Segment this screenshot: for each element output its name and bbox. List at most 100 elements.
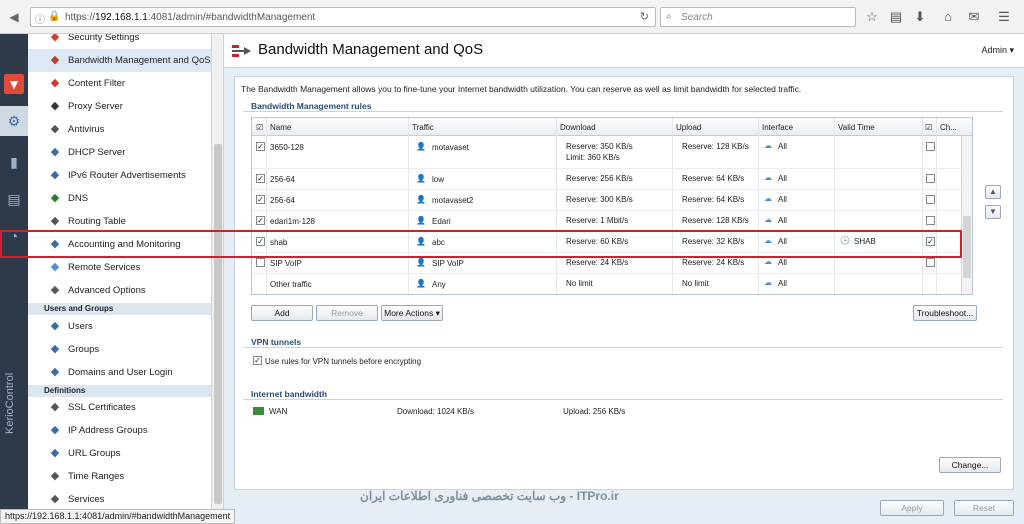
rule-name: Other traffic xyxy=(270,280,312,289)
wan-icon xyxy=(253,407,264,415)
interface-cloud-icon: ☁ xyxy=(764,257,772,266)
row-ch-checkbox[interactable] xyxy=(926,216,935,225)
move-up-button[interactable]: ▲ xyxy=(985,185,1001,199)
add-button[interactable]: Add xyxy=(251,305,313,321)
row-ch-checkbox[interactable] xyxy=(926,174,935,183)
content-panel: The Bandwidth Management allows you to f… xyxy=(234,76,1014,490)
row-ch-checkbox[interactable] xyxy=(926,258,935,267)
lock-warning-icon[interactable]: 🔒 xyxy=(48,11,60,22)
row-enable-checkbox[interactable]: ✓ xyxy=(256,216,265,225)
interface-cloud-icon: ☁ xyxy=(764,141,772,150)
sidebar-item-label: URL Groups xyxy=(68,448,121,459)
remove-button[interactable]: Remove xyxy=(316,305,378,321)
row-ch-checkbox[interactable] xyxy=(926,142,935,151)
sidebar: ◆ Security Settings ◆ Bandwidth Management … xyxy=(28,34,212,510)
url-bar[interactable]: ⓘ 🔒 https://192.168.1.1:4081/admin/#band… xyxy=(30,7,656,27)
row-enable-checkbox[interactable]: ✓ xyxy=(256,174,265,183)
traffic-user-icon: 👤 xyxy=(416,279,426,288)
star-icon[interactable]: ☆ xyxy=(864,9,880,25)
reload-icon[interactable]: ↻ xyxy=(640,10,649,23)
internet-section-title: Internet bandwidth xyxy=(251,389,328,399)
column-header[interactable]: Name xyxy=(270,123,291,132)
vpn-rules-checkbox[interactable]: ✓ xyxy=(253,356,262,365)
sidebar-item[interactable]: ◆ Proxy Server xyxy=(28,95,211,118)
change-button[interactable]: Change... xyxy=(939,457,1001,473)
sidebar-item[interactable]: ◆ Groups xyxy=(28,338,211,361)
group-icon: ◆ xyxy=(50,343,60,355)
column-header[interactable]: Ch... xyxy=(940,123,957,132)
sidebar-item[interactable]: ◆ Antivirus xyxy=(28,118,211,141)
sidebar-item[interactable]: ◆ Time Ranges xyxy=(28,465,211,488)
grid-scrollbar[interactable] xyxy=(961,136,972,294)
traffic-user-icon: 👤 xyxy=(416,174,426,183)
sidebar-item[interactable]: ◆ Bandwidth Management and QoS xyxy=(28,49,211,72)
reset-button[interactable]: Reset xyxy=(954,500,1014,516)
back-icon[interactable]: ◀ xyxy=(6,9,22,25)
download-icon[interactable]: ⬇ xyxy=(912,9,928,25)
stats-rail-icon[interactable]: ▮ xyxy=(4,152,24,172)
rule-interface: All xyxy=(778,279,787,288)
wan-name: WAN xyxy=(269,407,288,416)
sidebar-item[interactable]: ◆ Remote Services xyxy=(28,256,211,279)
more-actions-button[interactable]: More Actions ▾ xyxy=(381,305,443,321)
logs-rail-icon[interactable]: ▤ xyxy=(4,189,24,209)
services-icon: ◆ xyxy=(50,493,60,505)
sidebar-item[interactable]: ◆ DHCP Server xyxy=(28,141,211,164)
column-header[interactable]: Valid Time xyxy=(838,123,875,132)
sidebar-item[interactable]: ◆ Users xyxy=(28,315,211,338)
sidebar-scrollbar[interactable] xyxy=(212,34,224,510)
table-row[interactable]: ✓ 3650-128 👤 motavaset Reserve: 350 KB/s Limi… xyxy=(252,138,962,169)
row-ch-checkbox[interactable] xyxy=(926,195,935,204)
sidebar-item[interactable]: ◆ DNS xyxy=(28,187,211,210)
settings-rail-icon[interactable]: ⚙ xyxy=(0,106,28,136)
firewall-rail-icon[interactable]: ▼ xyxy=(4,74,24,94)
sidebar-item[interactable]: ◆ Content Filter xyxy=(28,72,211,95)
table-row[interactable]: ✓ edari1m-128 👤 Edari Reserve: 1 Mbit/s Reser… xyxy=(252,211,962,232)
table-row[interactable]: ✓ 256-64 👤 motavaset2 Reserve: 300 KB/s Reser… xyxy=(252,190,962,211)
table-row[interactable]: Other traffic 👤 Any No limit No limit ☁ All xyxy=(252,274,962,294)
url-text: https://192.168.1.1:4081/admin/#bandwidt… xyxy=(65,12,316,23)
rule-download: Reserve: 300 KB/s xyxy=(566,195,633,204)
rule-download: Reserve: 1 Mbit/s xyxy=(566,216,629,225)
troubleshoot-button[interactable]: Troubleshoot... xyxy=(913,305,977,321)
table-row[interactable]: ✓ 256-64 👤 low Reserve: 256 KB/s Reserve: 64 … xyxy=(252,169,962,190)
move-down-button[interactable]: ▼ xyxy=(985,205,1001,219)
column-header[interactable]: Interface xyxy=(762,123,793,132)
row-enable-checkbox[interactable]: ✓ xyxy=(256,195,265,204)
sidebar-item[interactable]: ◆ URL Groups xyxy=(28,442,211,465)
column-header[interactable]: Upload xyxy=(676,123,701,132)
sidebar-item-label: Content Filter xyxy=(68,78,126,89)
column-header[interactable]: Traffic xyxy=(412,123,434,132)
rule-download: Reserve: 24 KB/s xyxy=(566,258,629,267)
admin-menu[interactable]: Admin ▾ xyxy=(981,45,1014,56)
sidebar-item[interactable]: ◆ SSL Certificates xyxy=(28,396,211,419)
search-input[interactable]: ⌕ Search xyxy=(660,7,856,27)
row-enable-checkbox[interactable]: ✓ xyxy=(256,142,265,151)
page-header: Bandwidth Management and QoS Admin ▾ xyxy=(224,34,1024,68)
header-checkbox-icon[interactable]: ☑ xyxy=(256,123,263,132)
sidebar-item[interactable]: ◆ Domains and User Login xyxy=(28,361,211,384)
header-checkbox-icon[interactable]: ☑ xyxy=(925,123,932,132)
sidebar-item-label: Security Settings xyxy=(68,34,140,43)
apply-button[interactable]: Apply xyxy=(880,500,944,516)
sidebar-item[interactable]: ◆ IP Address Groups xyxy=(28,419,211,442)
row-enable-checkbox[interactable] xyxy=(256,258,265,267)
sidebar-item[interactable]: ◆ Security Settings xyxy=(28,34,211,49)
sidebar-item[interactable]: ◆ Advanced Options xyxy=(28,279,211,302)
sidebar-item-label: Groups xyxy=(68,344,100,355)
chat-icon[interactable]: ✉ xyxy=(966,9,982,25)
reader-icon[interactable]: ▤ xyxy=(888,9,904,25)
rule-interface: All xyxy=(778,216,787,225)
info-icon[interactable]: ⓘ xyxy=(35,11,45,26)
rule-download-limit: Limit: 360 KB/s xyxy=(566,153,620,162)
sidebar-item[interactable]: ◆ Services xyxy=(28,488,211,510)
home-icon[interactable]: ⌂ xyxy=(940,9,956,25)
funnel-icon: ◆ xyxy=(50,77,60,89)
menu-icon[interactable]: ☰ xyxy=(996,9,1012,25)
vpn-checkbox-label: Use rules for VPN tunnels before encrypt… xyxy=(265,357,422,366)
column-header[interactable]: Download xyxy=(560,123,596,132)
rule-download: Reserve: 256 KB/s xyxy=(566,174,633,183)
browser-toolbar: ◀ ⓘ 🔒 https://192.168.1.1:4081/admin/#ba… xyxy=(0,0,1024,34)
traffic-user-icon: 👤 xyxy=(416,142,426,151)
sidebar-item[interactable]: ◆ IPv6 Router Advertisements xyxy=(28,164,211,187)
